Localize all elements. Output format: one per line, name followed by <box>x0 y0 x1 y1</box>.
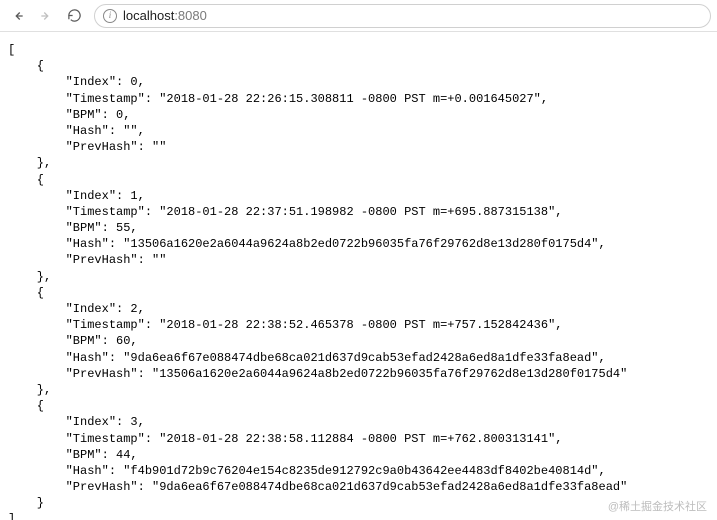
url-port: :8080 <box>174 8 207 23</box>
url-display: localhost:8080 <box>123 8 207 23</box>
forward-button[interactable] <box>34 4 58 28</box>
arrow-right-icon <box>39 9 53 23</box>
url-host: localhost <box>123 8 174 23</box>
address-bar[interactable]: i localhost:8080 <box>94 4 711 28</box>
back-button[interactable] <box>6 4 30 28</box>
arrow-left-icon <box>11 9 25 23</box>
watermark: @稀土掘金技术社区 <box>608 498 707 514</box>
reload-button[interactable] <box>62 4 86 28</box>
info-icon[interactable]: i <box>103 9 117 23</box>
browser-toolbar: i localhost:8080 <box>0 0 717 32</box>
reload-icon <box>67 8 82 23</box>
response-body: [ { "Index": 0, "Timestamp": "2018-01-28… <box>0 32 717 520</box>
